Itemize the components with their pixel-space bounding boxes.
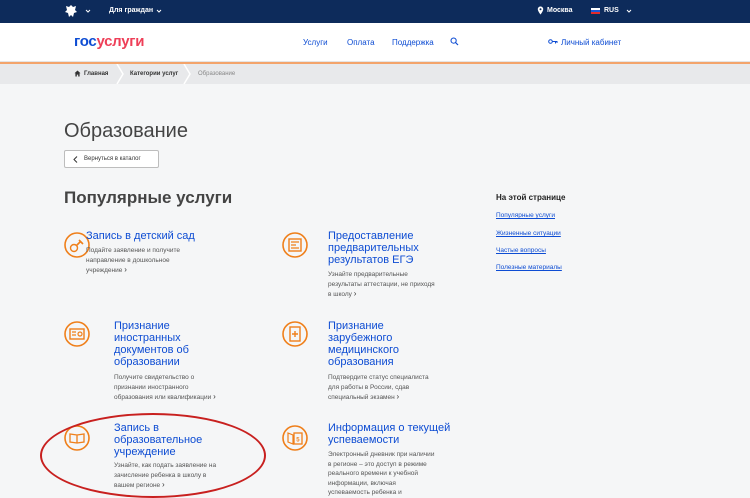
language-selector[interactable]: RUS (604, 7, 619, 14)
service-academic-progress-title[interactable]: Информация о текущей успеваемости (328, 422, 468, 446)
aside-link-useful-materials[interactable]: Полезные материалы (496, 264, 562, 271)
city-selector[interactable]: Москва (547, 7, 573, 14)
service-academic-progress-desc: Электронный дневник при наличии в регион… (328, 451, 435, 496)
chevron-right-icon[interactable]: › (213, 392, 216, 401)
key-icon (548, 39, 558, 44)
breadcrumb-separator (183, 64, 191, 84)
service-medical-education-title[interactable]: Признание зарубежного медицинского образ… (328, 320, 468, 368)
medical-book-icon (282, 321, 308, 347)
chevron-right-icon[interactable]: › (162, 480, 165, 489)
breadcrumb-categories[interactable]: Категории услуг (130, 71, 178, 77)
service-ege-results-title[interactable]: Предоставление предварительных результат… (328, 230, 468, 266)
nav-payment[interactable]: Оплата (347, 38, 375, 47)
breadcrumb-current: Образование (198, 71, 236, 77)
aside-link-faq[interactable]: Частые вопросы (496, 247, 546, 254)
search-icon[interactable] (450, 37, 459, 46)
breadcrumb-separator (116, 64, 124, 84)
service-school-enrollment-title[interactable]: Запись в образовательное учреждение (114, 422, 254, 458)
chevron-down-icon[interactable] (156, 8, 162, 14)
chevron-down-icon[interactable] (85, 8, 91, 14)
open-book-icon (64, 425, 90, 451)
site-header: госуслуги Услуги Оплата Поддержка Личный… (0, 23, 750, 62)
chevron-down-icon[interactable] (626, 8, 632, 14)
nav-support[interactable]: Поддержка (392, 38, 434, 47)
location-pin-icon (537, 6, 544, 15)
service-school-enrollment-desc: Узнайте, как подать заявление на зачисле… (114, 462, 217, 489)
svg-text:5: 5 (296, 438, 300, 444)
gosuslugi-logo[interactable]: госуслуги (74, 33, 144, 50)
aside-link-popular-services[interactable]: Популярные услуги (496, 212, 555, 219)
nav-services[interactable]: Услуги (303, 38, 328, 47)
home-icon[interactable] (74, 70, 81, 77)
service-medical-education-desc: Подтвердите статус специалиста для работ… (328, 374, 429, 401)
chevron-left-icon (73, 156, 78, 163)
service-ege-results-desc: Узнайте предварительные результаты аттес… (328, 271, 435, 298)
service-foreign-docs-title[interactable]: Признание иностранных документов об обра… (114, 320, 254, 368)
coat-of-arms-icon[interactable] (64, 4, 78, 19)
chevron-right-icon[interactable]: › (397, 392, 400, 401)
exam-results-icon (282, 232, 308, 258)
back-to-catalog-button[interactable]: Вернуться в каталог (64, 150, 159, 168)
popular-services-heading: Популярные услуги (64, 188, 233, 207)
service-foreign-docs-desc: Получите свидетельство о признании иност… (114, 374, 216, 401)
russian-flag-icon (591, 8, 600, 14)
service-kindergarten-title[interactable]: Запись в детский сад (86, 230, 226, 242)
aside-link-life-situations[interactable]: Жизненные ситуации (496, 230, 561, 237)
on-this-page-heading: На этой странице (496, 193, 566, 202)
top-bar: Для граждан Москва RUS (0, 0, 750, 23)
diary-icon: 5 (282, 425, 308, 451)
diploma-icon (64, 321, 90, 347)
chevron-right-icon[interactable]: › (354, 289, 357, 298)
breadcrumb: Главная Категории услуг Образование (0, 64, 750, 84)
breadcrumb-home[interactable]: Главная (84, 71, 108, 77)
page-title: Образование (64, 120, 188, 142)
citizens-menu[interactable]: Для граждан (109, 7, 153, 14)
chevron-right-icon[interactable]: › (124, 265, 127, 274)
personal-account-link[interactable]: Личный кабинет (561, 38, 621, 47)
service-kindergarten-desc: Подайте заявление и получите направление… (86, 247, 180, 274)
